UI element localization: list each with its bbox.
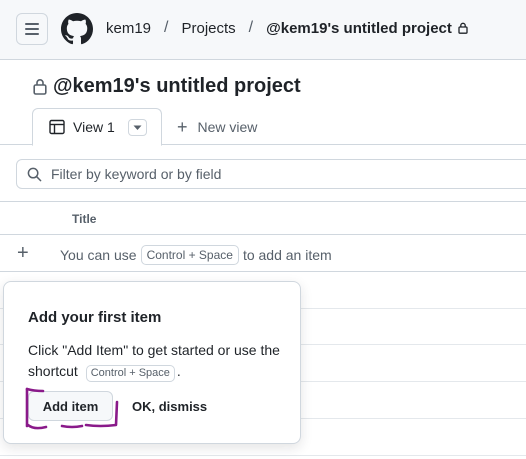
view-tabs: View 1 + New view [0, 108, 526, 146]
hamburger-icon[interactable] [16, 13, 48, 45]
table-header-row: Title [0, 201, 526, 235]
popover-body-end: . [176, 363, 181, 379]
tab-label: View 1 [73, 119, 115, 135]
add-item-hint-prefix: You can use [60, 247, 137, 263]
dismiss-button[interactable]: OK, dismiss [132, 391, 207, 421]
add-item-hint: You can use Control + Space to add an it… [60, 245, 332, 265]
breadcrumb-separator: / [164, 19, 169, 36]
filter-placeholder: Filter by keyword or by field [51, 166, 222, 182]
new-view-button[interactable]: + New view [177, 117, 258, 137]
search-icon [27, 167, 42, 181]
github-logo[interactable] [61, 13, 93, 45]
plus-icon: + [177, 117, 188, 137]
breadcrumb-owner[interactable]: kem19 [106, 20, 151, 37]
lock-icon [33, 79, 47, 95]
row-divider [0, 455, 526, 456]
first-item-popover: Add your first item Click "Add Item" to … [3, 281, 301, 444]
chevron-down-icon[interactable] [128, 119, 147, 136]
popover-title: Add your first item [28, 309, 162, 326]
add-item-button[interactable]: Add item [28, 391, 113, 421]
shortcut-badge: Control + Space [140, 245, 239, 265]
filter-input[interactable]: Filter by keyword or by field [16, 159, 526, 189]
shortcut-badge: Control + Space [85, 365, 175, 382]
page-title: @kem19's untitled project [53, 75, 301, 97]
breadcrumb-separator: / [248, 19, 254, 36]
top-header: kem19 / Projects / @kem19's untitled pro… [0, 0, 526, 60]
column-header-title[interactable]: Title [72, 212, 96, 226]
breadcrumb-project[interactable]: @kem19's untitled project [266, 20, 452, 37]
breadcrumb: kem19 / Projects / @kem19's untitled pro… [106, 19, 468, 37]
new-view-label: New view [197, 119, 258, 135]
add-item-row[interactable]: + You can use Control + Space to add an … [0, 235, 526, 272]
plus-icon[interactable]: + [17, 243, 29, 263]
popover-body: Click "Add Item" to get started or use t… [28, 340, 288, 382]
project-title-row: @kem19's untitled project [33, 75, 301, 98]
breadcrumb-projects[interactable]: Projects [181, 20, 235, 37]
tab-view-1[interactable]: View 1 [32, 108, 162, 146]
table-icon [49, 119, 65, 135]
add-item-hint-suffix: to add an item [242, 247, 332, 263]
lock-icon [458, 22, 468, 34]
